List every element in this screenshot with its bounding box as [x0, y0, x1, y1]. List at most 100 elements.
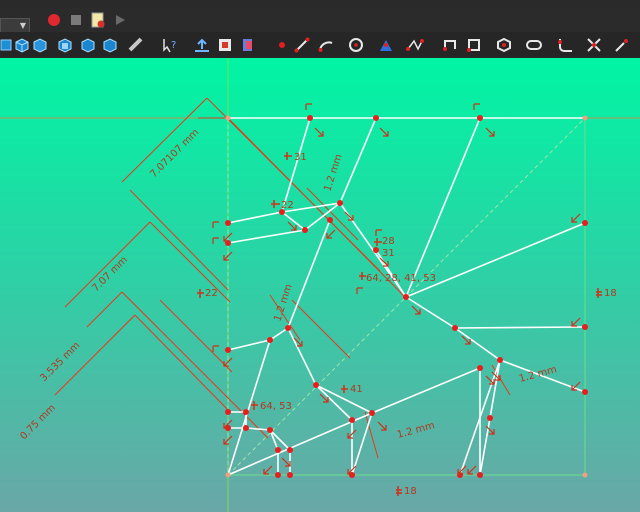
constraint-arrow	[212, 221, 219, 228]
sketch-vertex[interactable]	[307, 115, 313, 121]
sketch-vertex[interactable]	[285, 325, 291, 331]
sketch-vertex[interactable]	[477, 472, 483, 478]
sketch-vertex[interactable]	[225, 347, 231, 353]
constraint-label: 28	[382, 236, 395, 247]
sketch-vertex[interactable]	[225, 409, 231, 415]
view-rear-icon[interactable]	[100, 35, 120, 55]
corner-vertex[interactable]	[582, 115, 588, 121]
sketch-vertex[interactable]	[403, 294, 409, 300]
sketch-vertex[interactable]	[267, 337, 273, 343]
sketch-vertex[interactable]	[487, 415, 493, 421]
constraint-arrow	[281, 457, 291, 467]
constraint-label: 31	[382, 248, 395, 259]
constraint-arrow	[314, 127, 324, 137]
constraint-arrow	[326, 229, 336, 239]
sketch-rectangle-icon[interactable]	[464, 35, 484, 55]
sketch-arc-icon[interactable]	[316, 35, 336, 55]
corner-vertex[interactable]	[582, 472, 588, 478]
sketch-extend-icon[interactable]	[612, 35, 632, 55]
sketch-vertex[interactable]	[287, 447, 293, 453]
dim-label: 7.07 mm	[90, 255, 130, 295]
constraint-arrow	[263, 465, 273, 475]
constraint-arrow	[571, 213, 581, 223]
constraint-label: 64, 28, 41, 53	[366, 273, 436, 284]
constraint-label: 22	[205, 288, 218, 299]
constraint-arrow	[377, 421, 387, 431]
constraint-arrow	[467, 465, 477, 475]
execute-macro-icon[interactable]	[110, 10, 130, 30]
sketch-vertex[interactable]	[582, 389, 588, 395]
macros-icon[interactable]	[88, 10, 108, 30]
leave-sketch-icon[interactable]	[192, 35, 212, 55]
3d-view-canvas[interactable]: 7.07107 mm 7.07 mm 3.535 mm 0.75 mm 1.2 …	[0, 58, 640, 512]
measure-icon[interactable]	[126, 35, 146, 55]
corner-vertex[interactable]	[225, 472, 231, 478]
sketch-vertex[interactable]	[373, 247, 379, 253]
sketch-vertex[interactable]	[582, 324, 588, 330]
sketch-point-icon[interactable]	[272, 35, 292, 55]
view-front-icon[interactable]	[30, 35, 50, 55]
sketch-vertex[interactable]	[275, 447, 281, 453]
constraint-markers	[197, 152, 602, 496]
dim-label: 3.535 mm	[38, 340, 82, 384]
constraint-arrow	[571, 317, 581, 327]
sketch-conic-icon[interactable]	[376, 35, 396, 55]
sketch-bspline-icon[interactable]	[405, 35, 425, 55]
dim-label: 1.2 mm	[518, 364, 558, 385]
sketch-vertex[interactable]	[349, 417, 355, 423]
sketch-line-icon[interactable]	[292, 35, 312, 55]
sketch-vertex[interactable]	[477, 115, 483, 121]
constraint-label: 41	[350, 384, 363, 395]
sketch-vertex[interactable]	[302, 227, 308, 233]
sketch-trim-icon[interactable]	[584, 35, 604, 55]
constraint-label: 22	[281, 200, 294, 211]
dim-label: 7.07107 mm	[148, 127, 201, 180]
whats-this-icon[interactable]: ?	[160, 35, 180, 55]
view-top-icon[interactable]	[55, 35, 75, 55]
sketch-vertex[interactable]	[452, 325, 458, 331]
view-sketch-icon[interactable]	[215, 35, 235, 55]
constraint-arrow	[356, 287, 363, 294]
constraint-arrow	[287, 221, 297, 231]
dimension-labels: 7.07107 mm 7.07 mm 3.535 mm 0.75 mm 1.2 …	[18, 127, 558, 442]
svg-text:?: ?	[171, 40, 176, 51]
constraint-arrow	[212, 237, 219, 244]
view-right-icon[interactable]	[78, 35, 98, 55]
constraint-arrow	[212, 345, 219, 352]
sketch-vertex[interactable]	[287, 472, 293, 478]
sketch-geometry[interactable]: 7.07107 mm 7.07 mm 3.535 mm 0.75 mm 1.2 …	[0, 58, 640, 512]
sketch-vertex[interactable]	[267, 427, 273, 433]
constraint-arrow	[485, 127, 495, 137]
sketch-vertex[interactable]	[275, 472, 281, 478]
sketch-vertex[interactable]	[313, 382, 319, 388]
record-macro-icon[interactable]	[44, 10, 64, 30]
sketch-vertex[interactable]	[477, 365, 483, 371]
corner-vertex[interactable]	[225, 115, 231, 121]
constraint-label: 18	[404, 486, 417, 497]
sketch-vertex[interactable]	[582, 220, 588, 226]
chevron-down-icon: ▼	[19, 21, 26, 30]
sketch-vertex[interactable]	[373, 115, 379, 121]
constraint-label: 64, 53	[260, 401, 292, 412]
stop-macro-icon[interactable]	[66, 10, 86, 30]
sketch-vertex[interactable]	[327, 217, 333, 223]
view-isometric-icon[interactable]	[12, 35, 32, 55]
main-toolbar: ?	[0, 32, 640, 59]
sketch-vertex[interactable]	[243, 425, 249, 431]
sketch-vertex[interactable]	[225, 220, 231, 226]
sketch-slot-icon[interactable]	[524, 35, 544, 55]
sketch-vertex[interactable]	[497, 357, 503, 363]
constraint-arrow	[411, 305, 421, 315]
sketch-circle-icon[interactable]	[346, 35, 366, 55]
dim-label: 1.2 mm	[322, 153, 344, 193]
sketch-polygon-icon[interactable]	[494, 35, 514, 55]
sketch-polyline-icon[interactable]	[440, 35, 460, 55]
sketch-vertex[interactable]	[337, 200, 343, 206]
constraint-arrow	[379, 127, 389, 137]
sketch-vertex[interactable]	[243, 409, 249, 415]
view-section-icon[interactable]	[238, 35, 258, 55]
constraint-label: 18	[604, 288, 617, 299]
sketch-fillet-icon[interactable]	[556, 35, 576, 55]
macro-toolbar: ▼	[0, 8, 640, 34]
sketch-vertex[interactable]	[369, 410, 375, 416]
